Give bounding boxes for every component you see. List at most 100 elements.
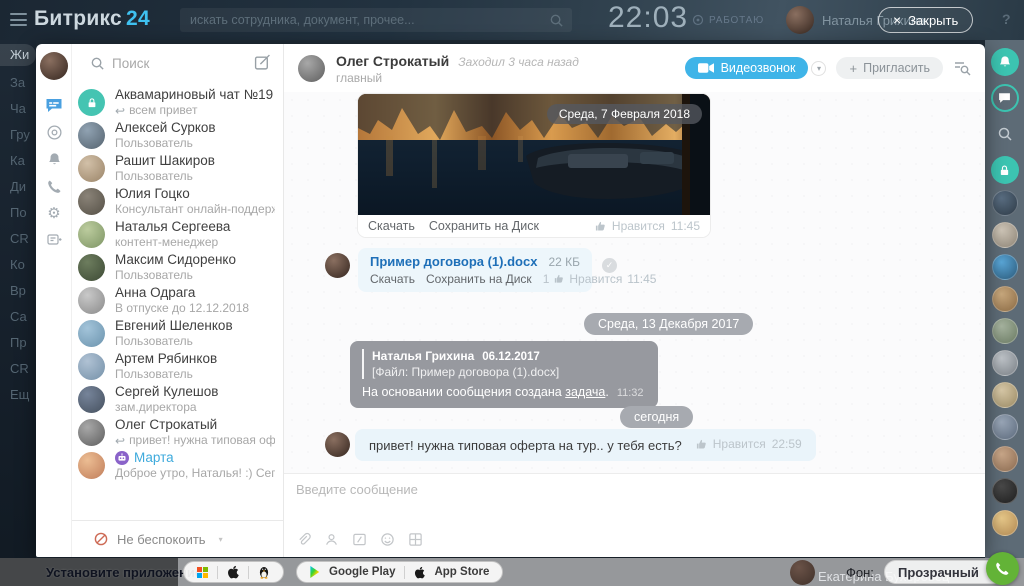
sidebar-item[interactable]: Ди xyxy=(0,174,36,200)
close-button[interactable]: × Закрыть xyxy=(878,7,973,33)
like-link[interactable]: Нравится xyxy=(713,437,766,451)
sidebar-item[interactable]: За xyxy=(0,70,36,96)
sidebar-item-feed[interactable]: Жи xyxy=(0,44,36,66)
messenger-icon[interactable] xyxy=(991,84,1019,112)
avatar[interactable] xyxy=(992,190,1018,216)
quote-text: [Файл: Пример договора (1).docx] xyxy=(372,365,644,379)
chats-icon[interactable] xyxy=(36,94,72,116)
lock-icon[interactable] xyxy=(991,156,1019,184)
contact-name: Аквамариновый чат №19 xyxy=(115,87,275,103)
sidebar-item[interactable]: CR xyxy=(0,226,36,252)
avatar[interactable] xyxy=(992,222,1018,248)
contact-row[interactable]: Сергей Кулешовзам.директора xyxy=(72,383,283,416)
sidebar-item[interactable]: Гру xyxy=(0,122,36,148)
video-call-button[interactable]: Видеозвонок xyxy=(685,57,809,79)
like-link[interactable]: Нравится xyxy=(612,219,665,233)
contact-row[interactable]: Алексей СурковПользователь xyxy=(72,119,283,152)
apps-grid-icon[interactable] xyxy=(408,532,423,547)
date-badge: Среда, 7 Февраля 2018 xyxy=(547,104,702,124)
clock[interactable]: 22:03 xyxy=(608,1,688,35)
save-to-disk-link[interactable]: Сохранить на Диск xyxy=(429,219,539,233)
call-button[interactable] xyxy=(986,552,1019,585)
desktop-apps-pill[interactable] xyxy=(183,561,284,583)
sidebar-item[interactable]: Ещ xyxy=(0,382,36,408)
save-to-disk-link[interactable]: Сохранить на Диск xyxy=(426,272,532,286)
search-icon[interactable] xyxy=(991,120,1019,148)
quote-icon[interactable] xyxy=(352,532,367,547)
contact-row[interactable]: Олег Строкатый ↩привет! нужна типовая оф… xyxy=(72,416,283,449)
do-not-disturb-toggle[interactable]: Не беспокоить ▾ xyxy=(72,520,283,557)
sidebar-item[interactable]: По xyxy=(0,200,36,226)
contacts-search-input[interactable] xyxy=(112,51,242,75)
contact-row[interactable]: Юлия ГоцкоКонсультант онлайн-поддержки Б… xyxy=(72,185,283,218)
contact-row[interactable]: Евгений ШеленковПользователь xyxy=(72,317,283,350)
avatar[interactable] xyxy=(992,510,1018,536)
chat-partner-name[interactable]: Олег Строкатый xyxy=(336,53,449,69)
contact-row[interactable]: Аквамариновый чат №19 ↩всем привет xyxy=(72,86,283,119)
attach-file-icon[interactable] xyxy=(296,532,311,547)
help-icon[interactable]: ? xyxy=(1002,11,1011,27)
contact-row[interactable]: Анна ОдрагаВ отпуске до 12.12.2018 xyxy=(72,284,283,317)
app-store-label[interactable]: App Store xyxy=(434,566,489,578)
my-avatar[interactable] xyxy=(40,52,68,80)
quote-date: 06.12.2017 xyxy=(482,351,540,363)
avatar xyxy=(78,287,105,314)
avatar[interactable] xyxy=(992,350,1018,376)
network-icon[interactable] xyxy=(36,121,72,143)
global-search-input[interactable] xyxy=(190,13,549,27)
message-input[interactable] xyxy=(296,482,856,524)
notifications-bell-icon[interactable] xyxy=(36,148,72,170)
emoji-smiley-icon[interactable] xyxy=(380,532,395,547)
avatar[interactable] xyxy=(992,318,1018,344)
sidebar-item[interactable]: Пр xyxy=(0,330,36,356)
message-history[interactable]: Среда, 7 Февраля 2018 Скачать Сохранить … xyxy=(284,92,985,473)
download-link[interactable]: Скачать xyxy=(370,272,415,286)
file-name-link[interactable]: Пример договора (1).docx xyxy=(370,254,537,269)
contact-row[interactable]: Рашит ШакировПользователь xyxy=(72,152,283,185)
sidebar-item[interactable]: Вр xyxy=(0,278,36,304)
google-play-label[interactable]: Google Play xyxy=(329,566,395,578)
menu-icon[interactable] xyxy=(10,13,27,26)
apple-icon[interactable] xyxy=(227,565,239,579)
chat-search-icon[interactable] xyxy=(953,60,971,76)
settings-gear-icon[interactable]: ⚙ xyxy=(36,202,72,224)
windows-icon[interactable] xyxy=(197,567,208,578)
current-user-avatar[interactable] xyxy=(786,6,814,34)
message-text: привет! нужна типовая оферта на тур.. у … xyxy=(369,438,682,453)
notifications-bell-icon[interactable] xyxy=(991,48,1019,76)
chat-partner-avatar[interactable] xyxy=(298,55,325,82)
messenger-window: ⚙ Аквамариновый чат №19 xyxy=(36,44,985,557)
video-call-options-chevron[interactable]: ▾ xyxy=(811,61,826,76)
avatar[interactable] xyxy=(992,414,1018,440)
calls-phone-icon[interactable] xyxy=(36,175,72,197)
logo[interactable]: Битрикс24 xyxy=(34,7,150,31)
main-sidebar: Жи За Ча Гру Ка Ди По CR Ко Вр Са Пр CR … xyxy=(0,40,36,586)
invite-button[interactable]: + Пригласить xyxy=(836,57,943,79)
new-chat-icon[interactable] xyxy=(254,54,271,76)
contact-row[interactable]: Наталья Сергееваконтент-менеджер xyxy=(72,218,283,251)
like-link[interactable]: Нравится xyxy=(569,272,622,286)
avatar[interactable] xyxy=(992,446,1018,472)
mobile-apps-pill[interactable]: Google Play App Store xyxy=(296,561,503,583)
global-search[interactable] xyxy=(180,8,572,32)
avatar[interactable] xyxy=(992,286,1018,312)
sidebar-item[interactable]: CR xyxy=(0,356,36,382)
task-link[interactable]: задача xyxy=(565,385,605,399)
contact-row[interactable]: Артем РябинковПользователь xyxy=(72,350,283,383)
avatar[interactable] xyxy=(992,254,1018,280)
quote-author: Наталья Грихина xyxy=(372,349,474,363)
right-rail xyxy=(985,40,1024,558)
contact-row[interactable]: Максим СидоренкоПользователь xyxy=(72,251,283,284)
download-link[interactable]: Скачать xyxy=(368,219,415,233)
sidebar-item[interactable]: Ка xyxy=(0,148,36,174)
mention-person-icon[interactable] xyxy=(324,532,339,547)
sidebar-item[interactable]: Ча xyxy=(0,96,36,122)
avatar[interactable] xyxy=(992,478,1018,504)
linux-tux-icon[interactable] xyxy=(258,565,270,579)
openlines-icon[interactable] xyxy=(36,229,72,251)
sidebar-item[interactable]: Са xyxy=(0,304,36,330)
contact-row[interactable]: Марта Доброе утро, Наталья! :) Сегодня у… xyxy=(72,449,283,482)
status-indicator[interactable]: РАБОТАЮ xyxy=(692,14,764,26)
avatar[interactable] xyxy=(992,382,1018,408)
sidebar-item[interactable]: Ко xyxy=(0,252,36,278)
